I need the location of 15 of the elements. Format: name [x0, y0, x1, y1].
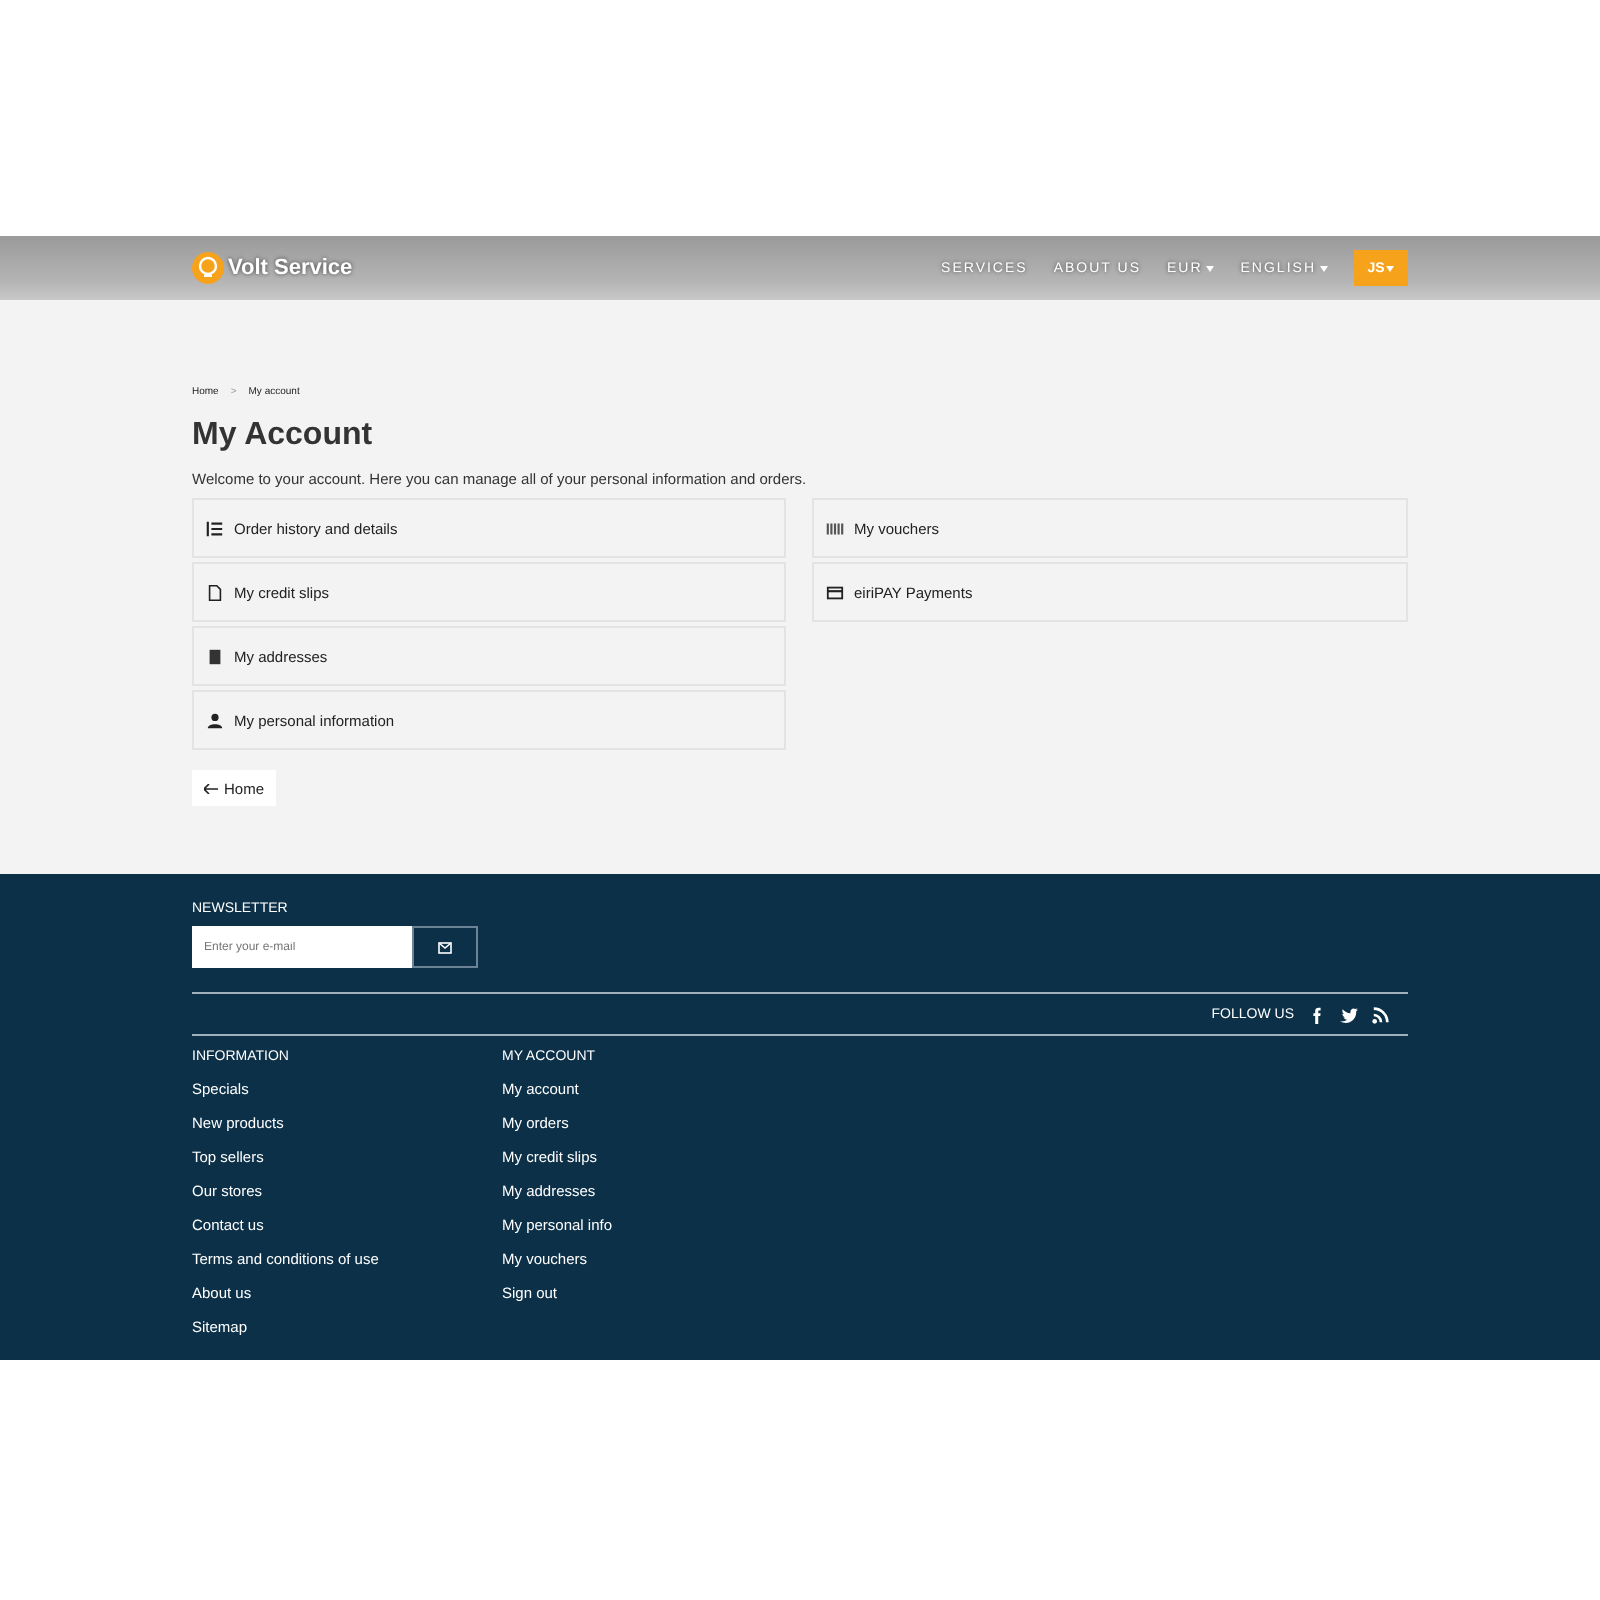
file-icon [206, 583, 224, 601]
caret-icon [1386, 265, 1395, 271]
rss-icon[interactable] [1372, 1005, 1390, 1023]
arrow-left-icon [204, 783, 218, 793]
list-icon [206, 519, 224, 537]
bulb-logo-icon [192, 252, 224, 284]
page-title: My Account [192, 418, 375, 454]
credit-card-icon [826, 583, 844, 601]
building-icon [206, 647, 224, 665]
facebook-icon[interactable] [1308, 1005, 1326, 1023]
envelope-icon [438, 941, 452, 953]
user-icon [206, 711, 224, 729]
barcode-icon [826, 519, 844, 537]
subscribe-button[interactable] [412, 926, 478, 968]
twitter-icon[interactable] [1340, 1005, 1358, 1023]
